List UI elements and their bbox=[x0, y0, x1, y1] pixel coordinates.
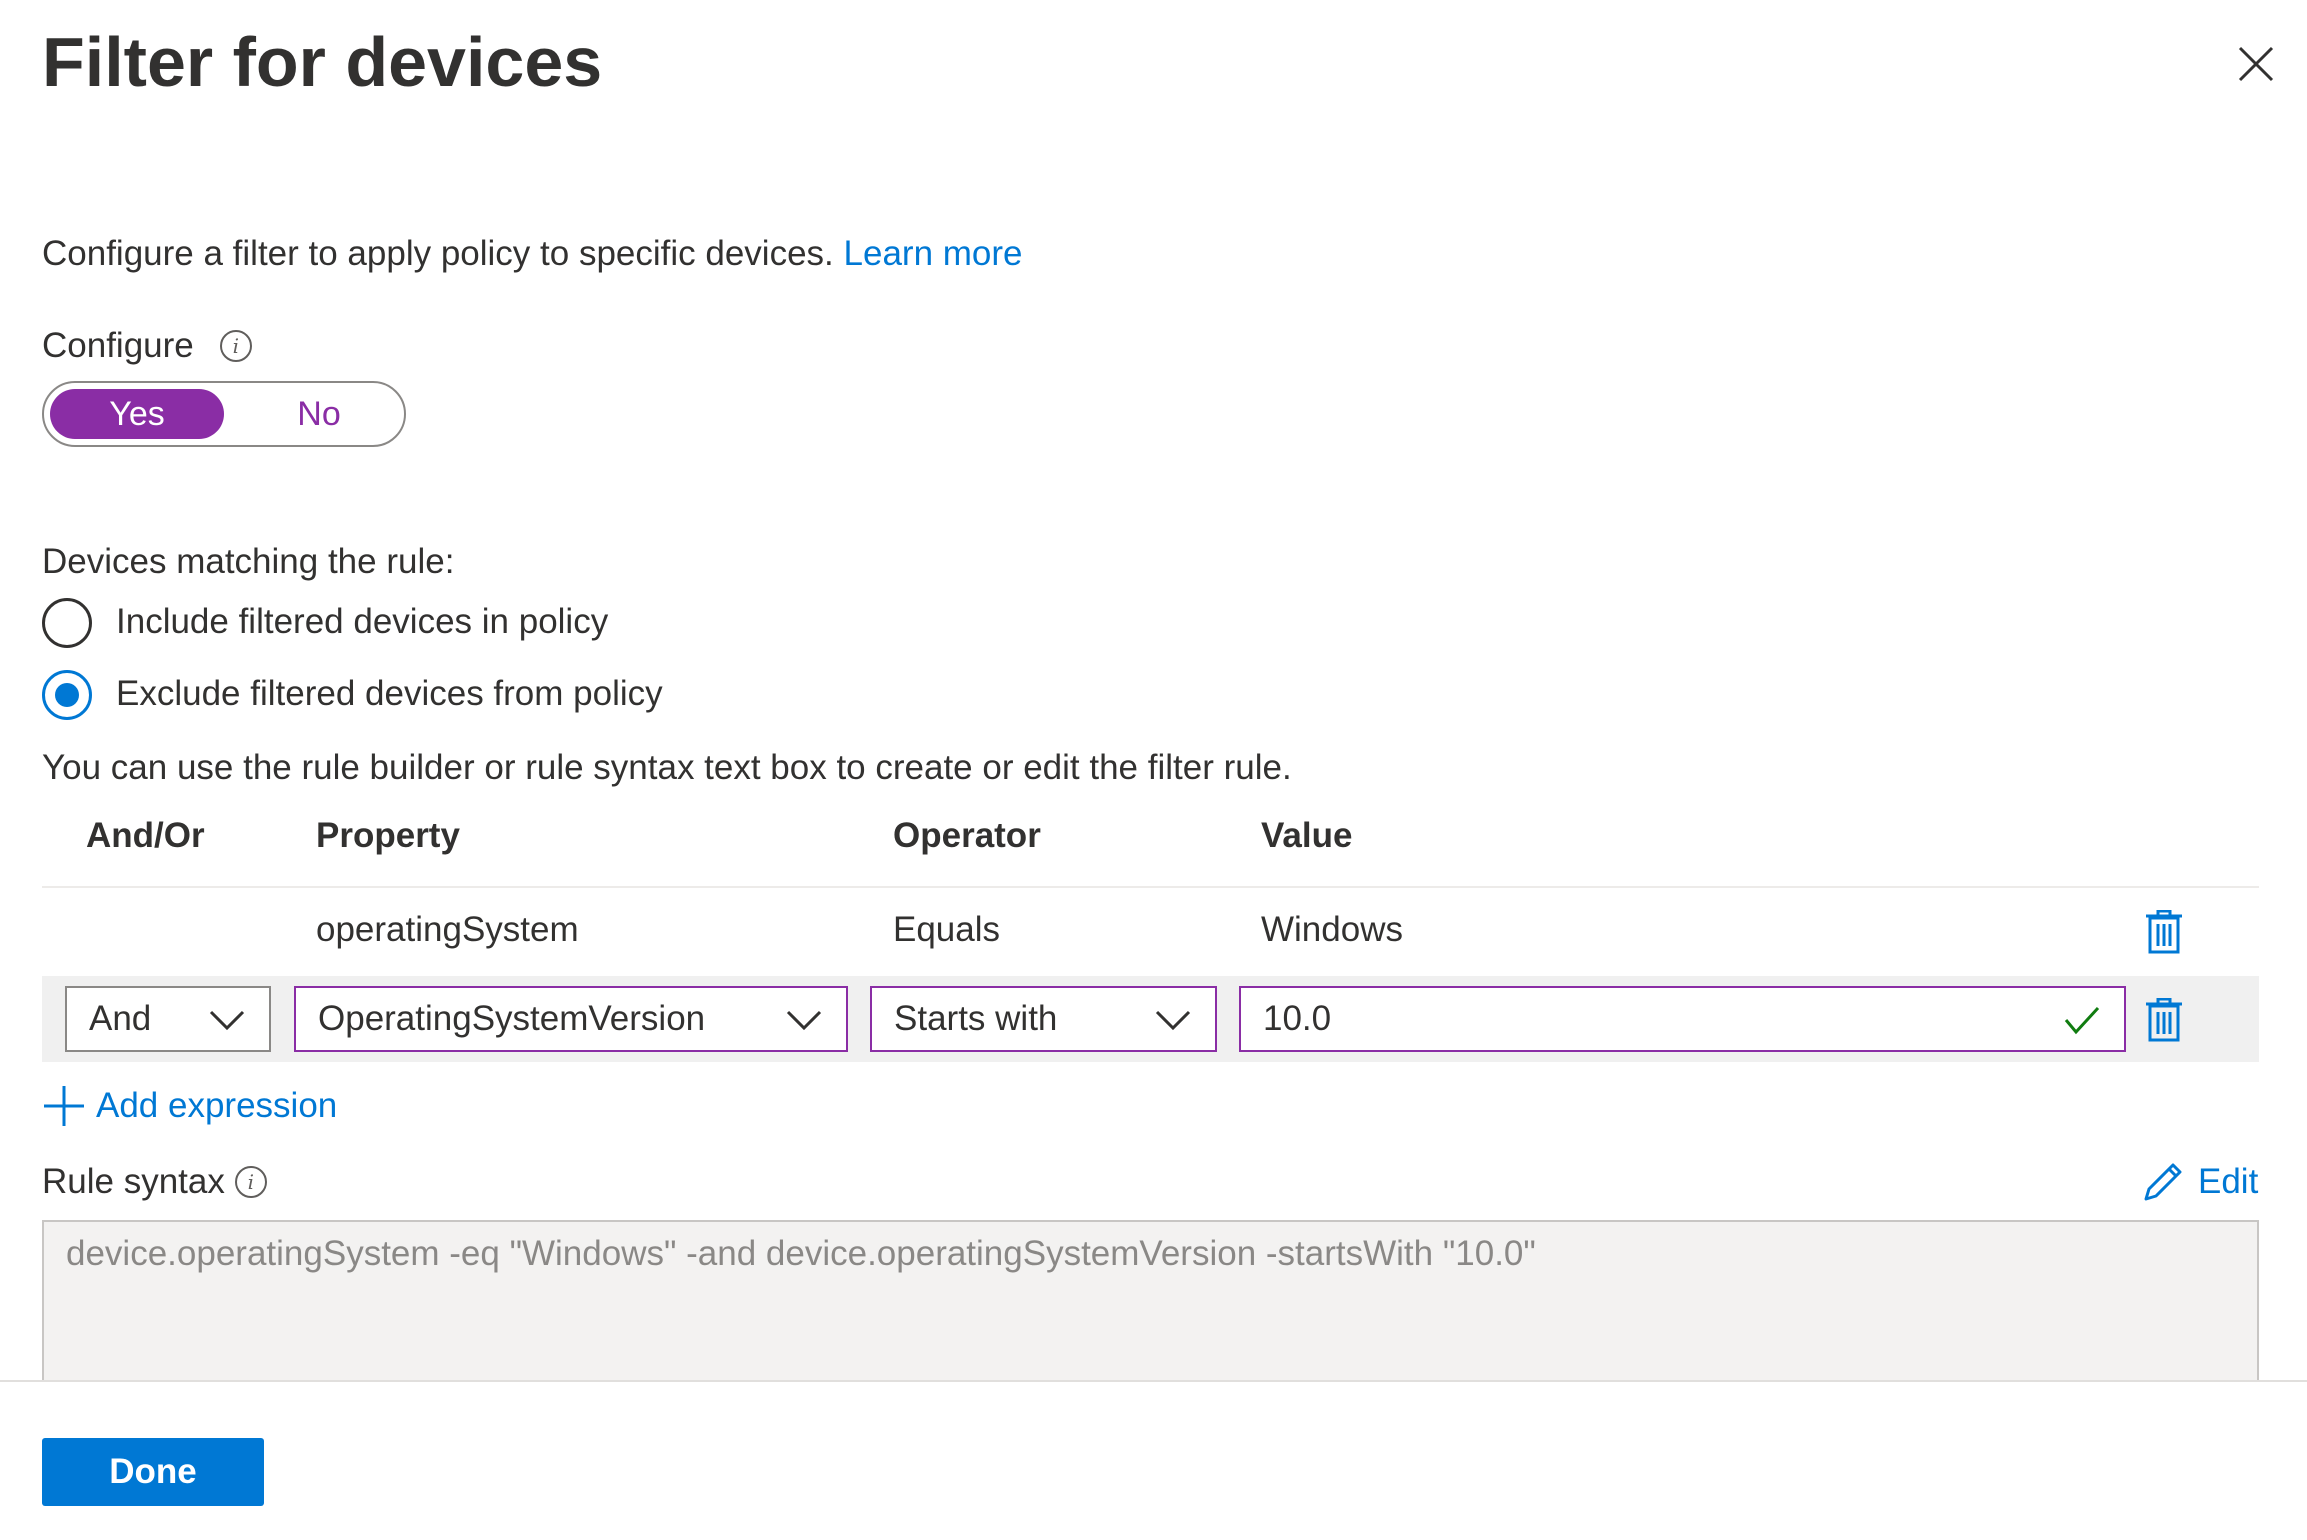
row2-delete-button[interactable] bbox=[2144, 997, 2184, 1042]
toggle-yes[interactable]: Yes bbox=[50, 389, 224, 439]
close-button[interactable] bbox=[2236, 44, 2276, 84]
header-operator: Operator bbox=[893, 816, 1041, 855]
done-button[interactable]: Done bbox=[42, 1438, 264, 1506]
configure-label: Configure bbox=[42, 326, 194, 365]
chevron-down-icon bbox=[1155, 1010, 1191, 1031]
property-dropdown[interactable]: OperatingSystemVersion bbox=[294, 986, 848, 1052]
header-value: Value bbox=[1261, 816, 1353, 855]
trash-icon bbox=[2146, 997, 2182, 1042]
row1-delete-button[interactable] bbox=[2144, 909, 2184, 954]
chevron-down-icon bbox=[209, 1010, 245, 1031]
rule-syntax-textbox[interactable]: device.operatingSystem -eq "Windows" -an… bbox=[42, 1220, 2259, 1380]
and-or-dropdown[interactable]: And bbox=[65, 986, 271, 1052]
footer-divider bbox=[0, 1380, 2307, 1382]
trash-icon bbox=[2146, 909, 2182, 954]
value-input[interactable]: 10.0 bbox=[1239, 986, 2126, 1052]
header-and-or: And/Or bbox=[86, 816, 205, 855]
row1-property: operatingSystem bbox=[316, 910, 579, 949]
operator-value: Starts with bbox=[894, 999, 1058, 1038]
property-value: OperatingSystemVersion bbox=[318, 999, 706, 1038]
rule-syntax-label-row: Rule syntax i bbox=[42, 1162, 267, 1202]
configure-toggle: Yes No bbox=[42, 381, 406, 447]
include-label[interactable]: Include filtered devices in policy bbox=[116, 602, 608, 642]
builder-hint: You can use the rule builder or rule syn… bbox=[42, 748, 1292, 787]
add-expression-label: Add expression bbox=[96, 1086, 338, 1125]
table-divider bbox=[42, 886, 2259, 888]
exclude-radio[interactable] bbox=[42, 670, 92, 720]
matching-label: Devices matching the rule: bbox=[42, 542, 455, 581]
plus-icon bbox=[44, 1086, 84, 1126]
pencil-icon bbox=[2144, 1163, 2182, 1201]
info-icon[interactable]: i bbox=[234, 1166, 267, 1198]
header-property: Property bbox=[316, 816, 460, 855]
rule-syntax-label: Rule syntax bbox=[42, 1162, 225, 1201]
row1-value: Windows bbox=[1261, 910, 1403, 949]
include-radio[interactable] bbox=[42, 598, 92, 648]
edit-button[interactable]: Edit bbox=[2140, 1156, 2258, 1208]
value-input-text: 10.0 bbox=[1263, 999, 1332, 1038]
learn-more-link[interactable]: Learn more bbox=[844, 234, 1023, 273]
configure-label-row: Configure i bbox=[42, 326, 252, 366]
edit-label: Edit bbox=[2198, 1162, 2259, 1201]
checkmark-icon bbox=[2064, 1006, 2100, 1035]
panel-description: Configure a filter to apply policy to sp… bbox=[42, 234, 1023, 274]
close-icon bbox=[2238, 46, 2274, 82]
exclude-label[interactable]: Exclude filtered devices from policy bbox=[116, 674, 663, 714]
chevron-down-icon bbox=[786, 1010, 822, 1031]
and-or-value: And bbox=[89, 999, 152, 1038]
toggle-no[interactable]: No bbox=[244, 389, 394, 439]
description-text: Configure a filter to apply policy to sp… bbox=[42, 234, 834, 273]
operator-dropdown[interactable]: Starts with bbox=[870, 986, 1217, 1052]
info-icon[interactable]: i bbox=[219, 330, 252, 362]
add-expression-button[interactable]: Add expression bbox=[42, 1080, 337, 1132]
row1-operator: Equals bbox=[893, 910, 1001, 949]
panel-title: Filter for devices bbox=[42, 23, 603, 101]
